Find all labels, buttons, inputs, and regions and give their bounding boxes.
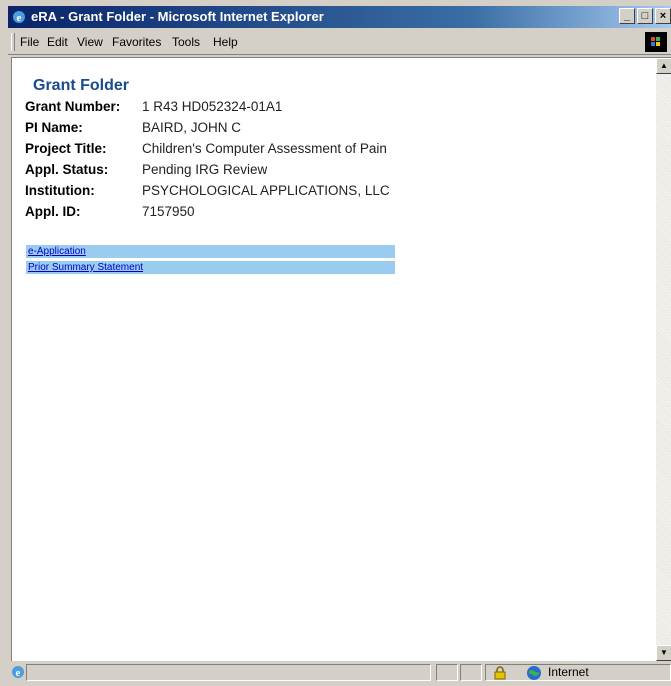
appl-status-label: Appl. Status: <box>25 162 109 177</box>
lock-icon <box>493 666 507 685</box>
menu-bar: File Edit View Favorites Tools Help <box>8 30 671 55</box>
scroll-up-arrow[interactable]: ▲ <box>656 58 671 74</box>
minimize-button[interactable]: _ <box>619 8 635 24</box>
status-text-cell <box>26 664 431 681</box>
project-title-label: Project Title: <box>25 141 107 156</box>
pi-name-label: PI Name: <box>25 120 83 135</box>
grant-number-value: 1 R43 HD052324-01A1 <box>142 99 283 114</box>
title-bar[interactable]: e eRA - Grant Folder - Microsoft Interne… <box>8 6 671 28</box>
link-row-e-application: e-Application <box>26 245 395 258</box>
status-cell-empty <box>460 664 482 681</box>
project-title-value: Children's Computer Assessment of Pain <box>142 141 387 156</box>
windows-logo-icon <box>645 32 667 52</box>
page-status-icon: e <box>10 664 26 680</box>
page-title: Grant Folder <box>33 77 130 94</box>
menu-favorites[interactable]: Favorites <box>112 35 161 49</box>
institution-label: Institution: <box>25 183 95 198</box>
window-title: eRA - Grant Folder - Microsoft Internet … <box>31 9 324 24</box>
link-row-prior-summary: Prior Summary Statement <box>26 261 395 274</box>
window-controls: _ □ × <box>619 8 671 26</box>
prior-summary-statement-link[interactable]: Prior Summary Statement <box>28 262 143 273</box>
page-content: Grant Folder Grant Number: 1 R43 HD05232… <box>11 57 671 661</box>
menu-edit[interactable]: Edit <box>47 35 68 49</box>
pi-name-value: BAIRD, JOHN C <box>142 120 242 135</box>
scroll-down-arrow[interactable]: ▼ <box>656 645 671 661</box>
maximize-button[interactable]: □ <box>637 8 653 24</box>
grant-number-label: Grant Number: <box>25 99 121 114</box>
menu-help[interactable]: Help <box>213 35 238 49</box>
appl-id-value: 7157950 <box>142 204 195 219</box>
svg-text:e: e <box>17 12 22 24</box>
e-application-link[interactable]: e-Application <box>28 246 86 257</box>
menu-file[interactable]: File <box>20 35 39 49</box>
menu-view[interactable]: View <box>77 35 103 49</box>
ie-icon: e <box>11 9 27 25</box>
close-button[interactable]: × <box>655 8 671 24</box>
status-bar: e Internet <box>8 662 671 683</box>
status-cell-progress <box>436 664 458 681</box>
appl-status-value: Pending IRG Review <box>142 162 268 177</box>
toolbar-grip[interactable] <box>11 33 15 51</box>
institution-value: PSYCHOLOGICAL APPLICATIONS, LLC <box>142 183 390 198</box>
vertical-scrollbar[interactable]: ▲ ▼ <box>656 58 671 661</box>
appl-id-label: Appl. ID: <box>25 204 81 219</box>
menu-tools[interactable]: Tools <box>172 35 200 49</box>
security-zone-label: Internet <box>548 665 589 679</box>
svg-text:e: e <box>16 667 21 679</box>
